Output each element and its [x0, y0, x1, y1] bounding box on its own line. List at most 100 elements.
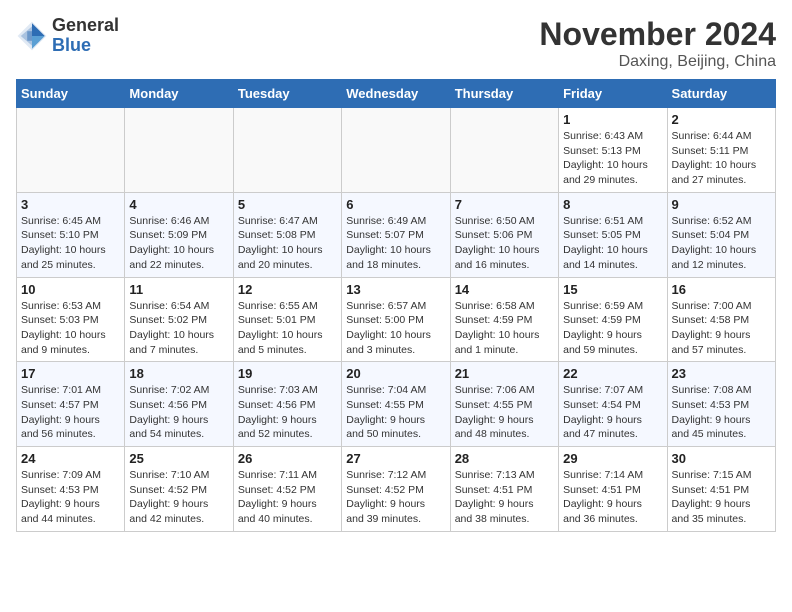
calendar-table: SundayMondayTuesdayWednesdayThursdayFrid… — [16, 79, 776, 532]
day-number: 17 — [21, 366, 120, 381]
day-info: Sunrise: 7:00 AM Sunset: 4:58 PM Dayligh… — [672, 299, 771, 358]
calendar-cell: 19Sunrise: 7:03 AM Sunset: 4:56 PM Dayli… — [233, 362, 341, 447]
day-info: Sunrise: 7:14 AM Sunset: 4:51 PM Dayligh… — [563, 468, 662, 527]
day-number: 24 — [21, 451, 120, 466]
day-number: 11 — [129, 282, 228, 297]
calendar-cell: 17 Sunrise: 7:01 AM Sunset: 4:57 PM Dayli… — [17, 362, 125, 447]
day-number: 2 — [672, 112, 771, 127]
calendar-cell: 7 Sunrise: 6:50 AM Sunset: 5:06 PM Daylig… — [450, 192, 558, 277]
calendar-week-row: 3 Sunrise: 6:45 AM Sunset: 5:10 PM Daylig… — [17, 192, 776, 277]
day-number: 30 — [672, 451, 771, 466]
calendar-week-row: 24 Sunrise: 7:09 AM Sunset: 4:53 PM Dayli… — [17, 447, 776, 532]
day-info: Sunrise: 6:43 AM Sunset: 5:13 PM Dayligh… — [563, 129, 662, 188]
day-number: 13 — [346, 282, 445, 297]
day-info: Sunrise: 7:10 AM Sunset: 4:52 PM Dayligh… — [129, 468, 228, 527]
calendar-cell: 30 Sunrise: 7:15 AM Sunset: 4:51 PM Dayli… — [667, 447, 775, 532]
day-info: Sunrise: 6:46 AM Sunset: 5:09 PM Dayligh… — [129, 214, 228, 273]
calendar-cell — [450, 108, 558, 193]
logo: General Blue — [16, 16, 119, 56]
weekday-header-tuesday: Tuesday — [233, 80, 341, 108]
day-info: Sunrise: 6:55 AM Sunset: 5:01 PM Dayligh… — [238, 299, 337, 358]
day-number: 4 — [129, 197, 228, 212]
calendar-cell: 29 Sunrise: 7:14 AM Sunset: 4:51 PM Dayli… — [559, 447, 667, 532]
logo-general-text: General — [52, 15, 119, 35]
day-number: 9 — [672, 197, 771, 212]
calendar-cell: 27Sunrise: 7:12 AM Sunset: 4:52 PM Dayli… — [342, 447, 450, 532]
day-number: 6 — [346, 197, 445, 212]
weekday-header-thursday: Thursday — [450, 80, 558, 108]
day-number: 7 — [455, 197, 554, 212]
weekday-header-wednesday: Wednesday — [342, 80, 450, 108]
calendar-cell: 22 Sunrise: 7:07 AM Sunset: 4:54 PM Dayli… — [559, 362, 667, 447]
calendar-cell: 5Sunrise: 6:47 AM Sunset: 5:08 PM Daylig… — [233, 192, 341, 277]
calendar-cell: 2 Sunrise: 6:44 AM Sunset: 5:11 PM Daylig… — [667, 108, 775, 193]
calendar-cell: 12 Sunrise: 6:55 AM Sunset: 5:01 PM Dayli… — [233, 277, 341, 362]
day-info: Sunrise: 6:52 AM Sunset: 5:04 PM Dayligh… — [672, 214, 771, 273]
calendar-cell: 9 Sunrise: 6:52 AM Sunset: 5:04 PM Daylig… — [667, 192, 775, 277]
day-info: Sunrise: 6:49 AM Sunset: 5:07 PM Dayligh… — [346, 214, 445, 273]
calendar-cell: 15Sunrise: 6:59 AM Sunset: 4:59 PM Dayli… — [559, 277, 667, 362]
day-number: 27 — [346, 451, 445, 466]
day-info: Sunrise: 6:53 AM Sunset: 5:03 PM Dayligh… — [21, 299, 120, 358]
day-info: Sunrise: 7:06 AM Sunset: 4:55 PM Dayligh… — [455, 383, 554, 442]
day-number: 23 — [672, 366, 771, 381]
calendar-cell: 13 Sunrise: 6:57 AM Sunset: 5:00 PM Dayli… — [342, 277, 450, 362]
day-number: 14 — [455, 282, 554, 297]
weekday-header-row: SundayMondayTuesdayWednesdayThursdayFrid… — [17, 80, 776, 108]
calendar-cell: 26Sunrise: 7:11 AM Sunset: 4:52 PM Dayli… — [233, 447, 341, 532]
day-number: 16 — [672, 282, 771, 297]
day-number: 12 — [238, 282, 337, 297]
day-info: Sunrise: 6:57 AM Sunset: 5:00 PM Dayligh… — [346, 299, 445, 358]
day-number: 8 — [563, 197, 662, 212]
calendar-cell: 18 Sunrise: 7:02 AM Sunset: 4:56 PM Dayli… — [125, 362, 233, 447]
calendar-cell: 6 Sunrise: 6:49 AM Sunset: 5:07 PM Daylig… — [342, 192, 450, 277]
weekday-header-monday: Monday — [125, 80, 233, 108]
calendar-cell: 8 Sunrise: 6:51 AM Sunset: 5:05 PM Daylig… — [559, 192, 667, 277]
calendar-cell: 25 Sunrise: 7:10 AM Sunset: 4:52 PM Dayli… — [125, 447, 233, 532]
day-number: 15 — [563, 282, 662, 297]
location-text: Daxing, Beijing, China — [539, 53, 776, 71]
day-number: 10 — [21, 282, 120, 297]
calendar-cell: 20Sunrise: 7:04 AM Sunset: 4:55 PM Dayli… — [342, 362, 450, 447]
day-info: Sunrise: 6:44 AM Sunset: 5:11 PM Dayligh… — [672, 129, 771, 188]
day-info: Sunrise: 6:50 AM Sunset: 5:06 PM Dayligh… — [455, 214, 554, 273]
day-info: Sunrise: 7:08 AM Sunset: 4:53 PM Dayligh… — [672, 383, 771, 442]
calendar-cell: 23 Sunrise: 7:08 AM Sunset: 4:53 PM Dayli… — [667, 362, 775, 447]
day-info: Sunrise: 7:09 AM Sunset: 4:53 PM Dayligh… — [21, 468, 120, 527]
calendar-cell: 3 Sunrise: 6:45 AM Sunset: 5:10 PM Daylig… — [17, 192, 125, 277]
day-number: 3 — [21, 197, 120, 212]
calendar-cell — [125, 108, 233, 193]
day-number: 25 — [129, 451, 228, 466]
day-number: 18 — [129, 366, 228, 381]
day-info: Sunrise: 7:15 AM Sunset: 4:51 PM Dayligh… — [672, 468, 771, 527]
day-info: Sunrise: 6:45 AM Sunset: 5:10 PM Dayligh… — [21, 214, 120, 273]
weekday-header-sunday: Sunday — [17, 80, 125, 108]
day-number: 26 — [238, 451, 337, 466]
month-title: November 2024 — [539, 16, 776, 53]
weekday-header-saturday: Saturday — [667, 80, 775, 108]
calendar-cell: 1 Sunrise: 6:43 AM Sunset: 5:13 PM Daylig… — [559, 108, 667, 193]
day-info: Sunrise: 7:07 AM Sunset: 4:54 PM Dayligh… — [563, 383, 662, 442]
weekday-header-friday: Friday — [559, 80, 667, 108]
day-number: 22 — [563, 366, 662, 381]
day-number: 29 — [563, 451, 662, 466]
page-header: General Blue November 2024 Daxing, Beiji… — [16, 16, 776, 71]
day-number: 1 — [563, 112, 662, 127]
day-info: Sunrise: 7:03 AM Sunset: 4:56 PM Dayligh… — [238, 383, 337, 442]
logo-icon — [16, 20, 48, 52]
day-info: Sunrise: 7:02 AM Sunset: 4:56 PM Dayligh… — [129, 383, 228, 442]
calendar-cell: 4 Sunrise: 6:46 AM Sunset: 5:09 PM Daylig… — [125, 192, 233, 277]
calendar-cell: 11 Sunrise: 6:54 AM Sunset: 5:02 PM Dayli… — [125, 277, 233, 362]
title-block: November 2024 Daxing, Beijing, China — [539, 16, 776, 71]
calendar-week-row: 1 Sunrise: 6:43 AM Sunset: 5:13 PM Daylig… — [17, 108, 776, 193]
calendar-cell: 24 Sunrise: 7:09 AM Sunset: 4:53 PM Dayli… — [17, 447, 125, 532]
day-info: Sunrise: 6:51 AM Sunset: 5:05 PM Dayligh… — [563, 214, 662, 273]
day-info: Sunrise: 7:04 AM Sunset: 4:55 PM Dayligh… — [346, 383, 445, 442]
day-number: 28 — [455, 451, 554, 466]
day-info: Sunrise: 7:01 AM Sunset: 4:57 PM Dayligh… — [21, 383, 120, 442]
calendar-cell: 28Sunrise: 7:13 AM Sunset: 4:51 PM Dayli… — [450, 447, 558, 532]
day-info: Sunrise: 6:54 AM Sunset: 5:02 PM Dayligh… — [129, 299, 228, 358]
calendar-cell: 10 Sunrise: 6:53 AM Sunset: 5:03 PM Dayli… — [17, 277, 125, 362]
calendar-cell: 21Sunrise: 7:06 AM Sunset: 4:55 PM Dayli… — [450, 362, 558, 447]
calendar-cell: 16 Sunrise: 7:00 AM Sunset: 4:58 PM Dayli… — [667, 277, 775, 362]
